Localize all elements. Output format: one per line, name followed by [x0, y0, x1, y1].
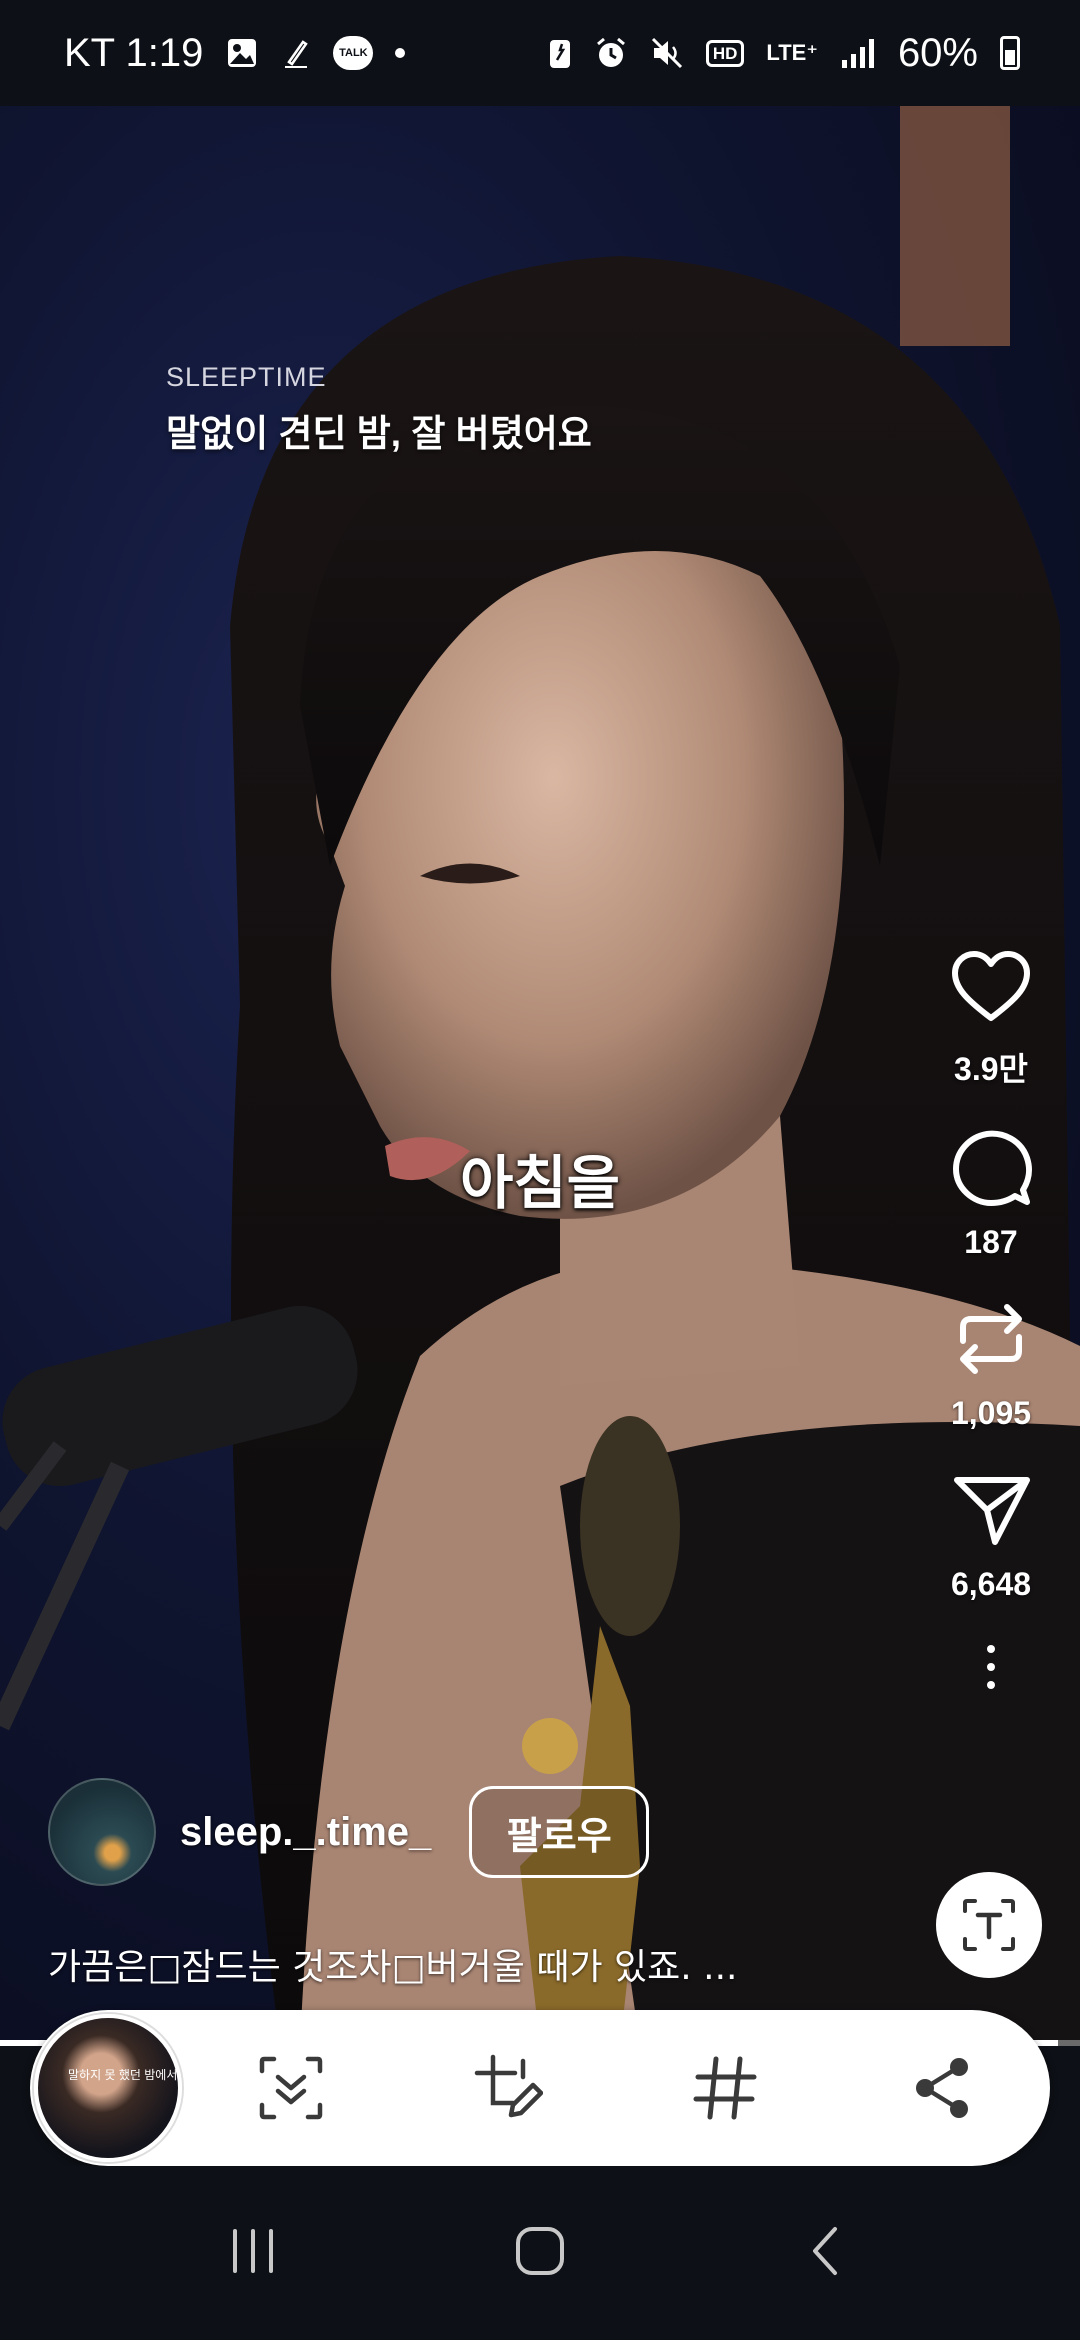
post-description[interactable]: 가끔은□잠드는 것조차□버거울 때가 있죠. ... — [48, 1938, 738, 1990]
crop-draw-icon — [474, 2054, 543, 2118]
mute-icon — [650, 36, 684, 70]
pen-icon — [281, 36, 311, 70]
follow-button[interactable]: 팔로우 — [469, 1786, 650, 1878]
text-extract-button[interactable] — [936, 1872, 1042, 1978]
repost-icon — [960, 1304, 1022, 1374]
share-icon — [915, 2058, 968, 2118]
tag-button[interactable] — [616, 2010, 833, 2166]
share-count: 6,648 — [950, 1566, 1032, 1602]
navigation-bar — [0, 2166, 1080, 2340]
hd-voice-icon: HD — [705, 39, 745, 67]
video-brand: SLEEPTIME — [166, 362, 327, 392]
avatar[interactable] — [48, 1778, 156, 1886]
status-bar: KT 1:19 TALK HD LTE⁺ 60% — [0, 0, 1080, 106]
battery-saver-icon — [548, 36, 572, 70]
send-icon — [954, 1477, 1030, 1545]
recent-apps-button[interactable] — [221, 2219, 285, 2288]
kakaotalk-icon: TALK — [333, 36, 374, 70]
text-extract-icon — [963, 1899, 1015, 1951]
send-button[interactable]: 6,648 — [949, 1468, 1033, 1603]
repost-button[interactable]: 1,095 — [949, 1297, 1033, 1432]
comment-icon — [953, 1130, 1033, 1206]
capture-thumbnail[interactable]: 말하지 못 했던 밤에서 — [34, 2014, 182, 2162]
alarm-icon — [594, 36, 628, 70]
signal-icon — [840, 36, 876, 70]
status-right: HD LTE⁺ 60% — [548, 31, 1020, 76]
home-icon — [515, 2226, 564, 2275]
notification-dot-icon — [395, 48, 406, 58]
recent-apps-icon — [233, 2228, 274, 2273]
thumbnail-text: 말하지 못 했던 밤에서 — [68, 2068, 178, 2082]
battery-percent: 60% — [897, 30, 978, 75]
capture-toolbar: 말하지 못 했던 밤에서 — [30, 2010, 1050, 2166]
back-button[interactable] — [795, 2219, 859, 2288]
video-headline: 말없이 견딘 밤, 잘 버텼어요 — [166, 413, 592, 454]
author-row: sleep._.time_ 팔로우 — [48, 1778, 650, 1886]
like-button[interactable]: 3.9만 — [949, 946, 1033, 1090]
back-icon — [812, 2226, 837, 2275]
heart-icon — [952, 951, 1030, 1021]
video-caption: 아침을 — [459, 1151, 621, 1216]
share-capture-button[interactable] — [833, 2010, 1050, 2166]
battery-icon — [1000, 36, 1020, 70]
crop-draw-button[interactable] — [399, 2010, 616, 2166]
status-left: KT 1:19 TALK — [64, 30, 406, 76]
comment-button[interactable]: 187 — [949, 1126, 1033, 1261]
action-rail: 3.9만 187 1,095 6,648 — [936, 946, 1046, 1689]
repost-count: 1,095 — [950, 1395, 1032, 1431]
scroll-capture-icon — [259, 2056, 322, 2120]
like-count: 3.9만 — [954, 1051, 1028, 1087]
gallery-icon — [225, 36, 259, 70]
carrier-time: KT 1:19 — [64, 30, 204, 75]
hashtag-icon — [693, 2056, 756, 2120]
comment-count: 187 — [964, 1224, 1018, 1260]
home-button[interactable] — [508, 2219, 572, 2288]
scroll-capture-button[interactable] — [182, 2010, 399, 2166]
username[interactable]: sleep._.time_ — [180, 1810, 431, 1855]
more-vertical-icon[interactable] — [987, 1645, 995, 1689]
reel-video[interactable]: SLEEPTIME 말없이 견딘 밤, 잘 버텼어요 아침을 — [0, 106, 1080, 2046]
video-title-overlay: SLEEPTIME 말없이 견딘 밤, 잘 버텼어요 — [166, 362, 592, 457]
lte-icon: LTE⁺ — [766, 40, 818, 65]
